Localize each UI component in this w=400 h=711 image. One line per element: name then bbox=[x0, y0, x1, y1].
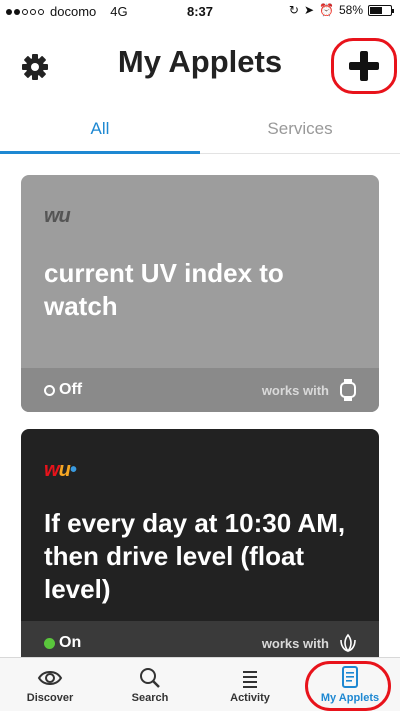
list-icon bbox=[243, 671, 257, 688]
battery-percent: 58% bbox=[338, 3, 363, 17]
applet-card-drive-level[interactable]: wu• If every day at 10:30 AM, then drive… bbox=[21, 429, 379, 669]
nav-label: Search bbox=[131, 692, 169, 704]
applet-card-uv-index[interactable]: wu current UV index to watch Off works w… bbox=[21, 175, 379, 412]
status-bar: docomo 4G 8:37 ↻ ➤ ⏰ 58% bbox=[0, 0, 400, 24]
nav-activity[interactable]: Activity bbox=[200, 658, 300, 711]
battery-icon bbox=[368, 4, 394, 16]
plus-icon bbox=[349, 51, 379, 81]
off-indicator-icon bbox=[44, 384, 55, 396]
watch-icon bbox=[340, 379, 356, 401]
works-with-label: works with bbox=[261, 635, 329, 651]
nav-highlight-annotation bbox=[305, 661, 391, 711]
location-icon: ➤ bbox=[303, 3, 315, 17]
alarm-icon: ⏰ bbox=[319, 3, 334, 17]
on-indicator-icon bbox=[44, 637, 55, 649]
battery-level bbox=[370, 6, 382, 14]
nav-search[interactable]: Search bbox=[100, 658, 200, 711]
wunderground-logo-icon: wu• bbox=[44, 459, 77, 481]
eye-icon bbox=[37, 671, 63, 685]
nav-label: Discover bbox=[26, 692, 74, 704]
active-tab-indicator bbox=[0, 151, 200, 154]
orientation-lock-icon: ↻ bbox=[288, 3, 299, 17]
nav-discover[interactable]: Discover bbox=[0, 658, 100, 711]
applet-status-toggle[interactable]: Off bbox=[44, 381, 82, 399]
applet-footer: Off works with bbox=[21, 368, 379, 412]
add-applet-button[interactable] bbox=[331, 38, 397, 94]
wunderground-logo-icon: wu bbox=[44, 205, 71, 227]
applet-status-toggle[interactable]: On bbox=[44, 634, 81, 652]
tab-bar: All Services bbox=[0, 104, 400, 154]
tab-services[interactable]: Services bbox=[200, 104, 400, 154]
search-icon bbox=[140, 668, 160, 688]
status-right: ↻ ➤ ⏰ 58% bbox=[288, 3, 394, 17]
tab-all[interactable]: All bbox=[0, 104, 200, 154]
nav-label: Activity bbox=[230, 692, 270, 704]
header: My Applets bbox=[0, 24, 400, 104]
applet-status-label: Off bbox=[59, 381, 83, 398]
applet-title: current UV index to watch bbox=[44, 258, 284, 321]
applet-status-label: On bbox=[59, 634, 82, 651]
flower-icon bbox=[340, 633, 356, 653]
works-with-label: works with bbox=[261, 382, 329, 398]
applet-title: If every day at 10:30 AM, then drive lev… bbox=[44, 508, 346, 604]
